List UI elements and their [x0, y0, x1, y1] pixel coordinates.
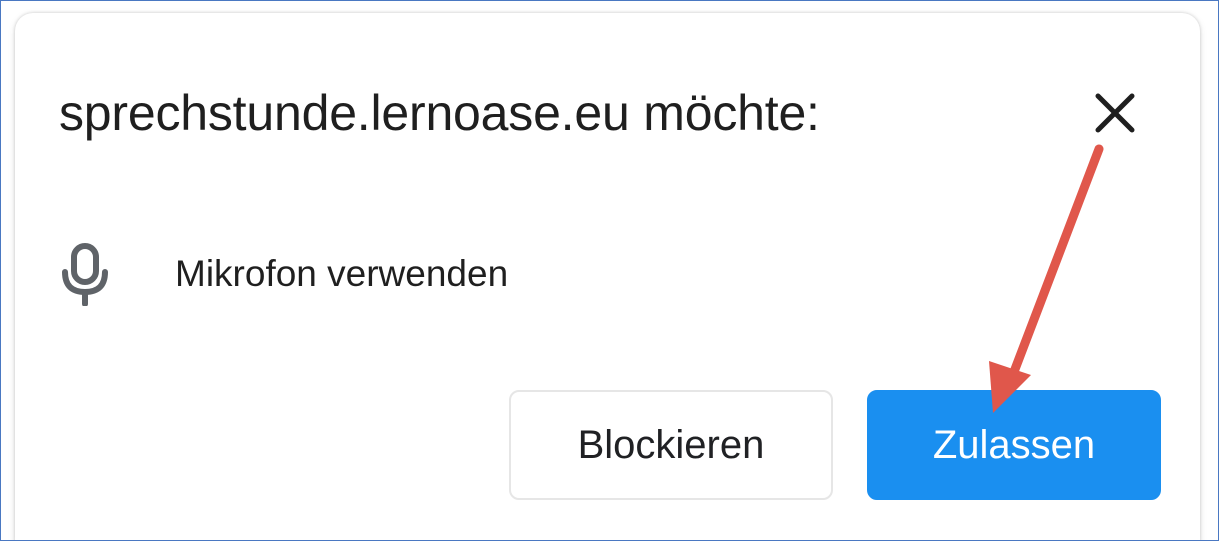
allow-button[interactable]: Zulassen [867, 390, 1161, 500]
dialog-title: sprechstunde.lernoase.eu möchte: [59, 85, 820, 141]
microphone-icon [62, 243, 108, 306]
permission-label: Mikrofon verwenden [175, 253, 509, 294]
close-icon[interactable] [1089, 87, 1141, 139]
screenshot-frame: sprechstunde.lernoase.eu möchte: Mikrofo… [0, 0, 1219, 541]
permission-row: Mikrofon verwenden [59, 239, 508, 309]
block-button[interactable]: Blockieren [509, 390, 833, 500]
